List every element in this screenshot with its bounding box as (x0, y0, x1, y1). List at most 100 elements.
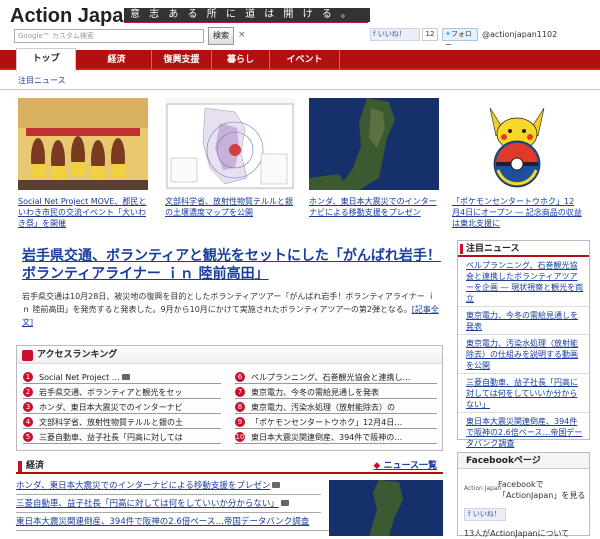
satellite-map-image[interactable] (309, 98, 439, 190)
featured-item-2[interactable]: 文部科学省、放射性物質テルルと銀の土壌濃度マップを公開 (165, 98, 295, 218)
economy-map-thumbnail[interactable] (329, 480, 443, 536)
fb-like-label: いいね！ (377, 30, 406, 38)
economy-item[interactable]: ホンダ、東日本大震災でのインターナビによる移動支援をプレゼン (16, 479, 321, 495)
ranking-header: アクセスランキング (17, 346, 442, 364)
featured-item-1[interactable]: Social Net Project MOVE、郡民といわき市民の交流イベント「… (18, 98, 148, 229)
featured-item-3[interactable]: ホンダ、東日本大震災でのインターナビによる移動支援をプレゼン (309, 98, 439, 218)
facebook-page-box: Facebookページ Action Japan Facebookで「Actio… (457, 452, 590, 538)
rank-number: 7 (235, 387, 245, 397)
lead-text: 岩手県交通は10月28日、被災地の復興を目的としたボランティアツアー「がんばれ岩… (22, 292, 436, 314)
economy-header: 経済 ◆ ニュース一覧 (16, 460, 443, 474)
rank-text: 三菱自動車、益子社長「円高に対しては (39, 433, 183, 442)
twitter-handle[interactable]: @actionjapan1102 (482, 28, 557, 41)
fb-like-label: いいね！ (472, 510, 501, 518)
rank-text: ホンダ、東日本大震災でのインターナビ (39, 403, 183, 412)
economy-title: 経済 (26, 461, 45, 471)
site-header: Action Japan! 意 志 あ る 所 に 道 は 開 け る 。 Go… (0, 0, 600, 50)
featured-caption-3[interactable]: ホンダ、東日本大震災でのインターナビによる移動支援をプレゼン (309, 197, 437, 217)
sub-nav: 注目ニュース (0, 72, 600, 90)
ranking-item[interactable]: 10 東日本大震災関連倒産、394件で阪神の… (235, 432, 437, 444)
economy-item-link[interactable]: 三菱自動車、益子社長「円高に対しては何をしていいか分からない」 (16, 499, 279, 509)
facebook-view-link[interactable]: Facebookで「ActionJapan」を見る (498, 479, 589, 501)
sidebar-news-title: 注目ニュース (466, 244, 520, 254)
ranking-item[interactable]: 9 「ポケモンセンタートウホク」12月4日… (235, 417, 437, 429)
subnav-featured-link[interactable]: 注目ニュース (18, 75, 66, 86)
economy-item-link[interactable]: ホンダ、東日本大震災でのインターナビによる移動支援をプレゼン (16, 481, 270, 491)
rank-text: 東京電力、今冬の需給見通しを発表 (251, 388, 379, 397)
twitter-follow-button[interactable]: ✦フォロー (442, 28, 478, 49)
economy-item[interactable]: 東日本大震災関連倒産、394件で阪神の2.6倍ペース…帝国データバンク調査 (16, 515, 346, 531)
headline-title[interactable]: 岩手県交通、ボランティアと観光をセットにした「がんばれ岩手！ボランティアライナー… (22, 248, 441, 282)
rank-number: 6 (235, 372, 245, 382)
tab-top[interactable]: トップ (16, 48, 76, 71)
rank-text: 東日本大震災関連倒産、394件で阪神の… (251, 433, 403, 442)
tab-events[interactable]: イベント (270, 50, 340, 70)
rank-text: ペルプランニング、石巻観光協会と連携し… (251, 373, 411, 382)
sidebar-news-link[interactable]: 東京電力、今冬の需給見通しを発表 (466, 311, 578, 331)
headline-lead: 岩手県交通は10月28日、被災地の復興を目的としたボランティアツアー「がんばれ岩… (22, 290, 442, 329)
ranking-item[interactable]: 6 ペルプランニング、石巻観光協会と連携し… (235, 372, 437, 384)
camera-icon (121, 374, 130, 380)
featured-caption-2[interactable]: 文部科学省、放射性物質テルルと銀の土壌濃度マップを公開 (165, 197, 293, 217)
pokemon-center-logo[interactable] (452, 98, 582, 190)
economy-item[interactable]: 三菱自動車、益子社長「円高に対しては何をしていいか分からない」 (16, 497, 321, 513)
rank-number: 9 (235, 417, 245, 427)
ranking-item[interactable]: 5 三菱自動車、益子社長「円高に対しては (23, 432, 221, 444)
sidebar-news-link[interactable]: 三菱自動車、益子社長「円高に対しては何をしていいか分からない」 (466, 378, 578, 409)
ranking-item[interactable]: 4 文部科学省、放射性物質テルルと銀の土 (23, 417, 221, 429)
section-marker (18, 461, 22, 472)
rank-text: 「ポケモンセンタートウホク」12月4日… (251, 418, 403, 427)
facebook-like-button-sidebar[interactable]: f いいね！ (464, 508, 506, 521)
rank-text: 文部科学省、放射性物質テルルと銀の土 (39, 418, 183, 427)
rank-number: 8 (235, 402, 245, 412)
ranking-item[interactable]: 3 ホンダ、東日本大震災でのインターナビ (23, 402, 221, 414)
ranking-item[interactable]: 7 東京電力、今冬の需給見通しを発表 (235, 387, 437, 399)
facebook-like-button[interactable]: f いいね！ (370, 28, 420, 41)
rank-number: 2 (23, 387, 33, 397)
site-logo[interactable]: Action Japan! (10, 5, 142, 28)
sidebar-news-item[interactable]: 三菱自動車、益子社長「円高に対しては何をしていいか分からない」 (458, 374, 589, 413)
headline-article: 岩手県交通、ボランティアと観光をセットにした「がんばれ岩手！ボランティアライナー… (22, 247, 442, 283)
sidebar-news-header: 注目ニュース (458, 241, 589, 257)
logo-text: Action Japan (10, 5, 136, 27)
tagline-rule (124, 22, 368, 23)
event-photo[interactable] (18, 98, 148, 190)
news-list-link[interactable]: ◆ ニュース一覧 (373, 460, 437, 472)
tab-living[interactable]: 暮らし (212, 50, 270, 70)
facebook-page-name: Action Japan (464, 485, 502, 492)
sidebar-news-item[interactable]: ペルプランニング、石巻観光協会と連携したボランティアツアーを企画 ― 現状視察と… (458, 257, 589, 307)
search-input[interactable]: Google™ カスタム検索 (14, 29, 204, 43)
section-marker (460, 244, 463, 254)
rank-text: 東京電力、汚染水処理（放射能除去）の (251, 403, 395, 412)
rank-number: 1 (23, 372, 33, 382)
featured-item-4[interactable]: 「ポケモンセンタートウホク」12月4日にオープン ― 記念商品の収益は東北支援に (452, 98, 582, 229)
sidebar-featured-news: 注目ニュース ペルプランニング、石巻観光協会と連携したボランティアツアーを企画 … (457, 240, 590, 448)
clear-search-icon[interactable]: × (238, 30, 246, 40)
rank-number: 5 (23, 432, 33, 442)
sidebar-news-item[interactable]: 東日本大震災関連倒産、394件で阪神の2.6倍ペース…帝国データバンク調査 (458, 413, 589, 451)
soil-map-image[interactable] (165, 98, 295, 190)
sidebar-news-link[interactable]: ペルプランニング、石巻観光協会と連携したボランティアツアーを企画 ― 現状視察と… (466, 261, 583, 303)
tab-economy[interactable]: 経済 (82, 50, 152, 70)
rank-number: 4 (23, 417, 33, 427)
ranking-chart-icon (22, 350, 33, 361)
news-list-label: ニュース一覧 (383, 461, 437, 471)
facebook-box-title: Facebookページ (466, 456, 541, 466)
main-nav: トップ 経済 復興支援 暮らし イベント (0, 48, 600, 71)
economy-item-link[interactable]: 東日本大震災関連倒産、394件で阪神の2.6倍ペース…帝国データバンク調査 (16, 517, 309, 527)
ranking-item[interactable]: 2 岩手県交通、ボランティアと観光をセッ (23, 387, 221, 399)
sidebar-news-item[interactable]: 東京電力、今冬の需給見通しを発表 (458, 307, 589, 335)
facebook-like-count: 12 (422, 28, 438, 41)
ranking-item[interactable]: 1 Social Net Project … (23, 372, 221, 384)
sidebar-news-link[interactable]: 東京電力、汚染水処理（放射能除去）の仕組みを説明する動画を公開 (466, 339, 578, 370)
sidebar-news-link[interactable]: 東日本大震災関連倒産、394件で阪神の2.6倍ペース…帝国データバンク調査 (466, 417, 582, 448)
featured-caption-4[interactable]: 「ポケモンセンタートウホク」12月4日にオープン ― 記念商品の収益は東北支援に (452, 197, 582, 228)
facebook-fans-text: 13人がActionJapanについて (464, 529, 570, 538)
tab-reconstruction[interactable]: 復興支援 (152, 50, 212, 70)
ranking-title: アクセスランキング (37, 350, 118, 360)
featured-caption-1[interactable]: Social Net Project MOVE、郡民といわき市民の交流イベント「… (18, 197, 146, 228)
economy-section: 経済 ◆ ニュース一覧 ホンダ、東日本大震災でのインターナビによる移動支援をプレ… (16, 460, 443, 536)
ranking-item[interactable]: 8 東京電力、汚染水処理（放射能除去）の (235, 402, 437, 414)
search-button[interactable]: 検索 (208, 27, 234, 45)
sidebar-news-item[interactable]: 東京電力、汚染水処理（放射能除去）の仕組みを説明する動画を公開 (458, 335, 589, 374)
